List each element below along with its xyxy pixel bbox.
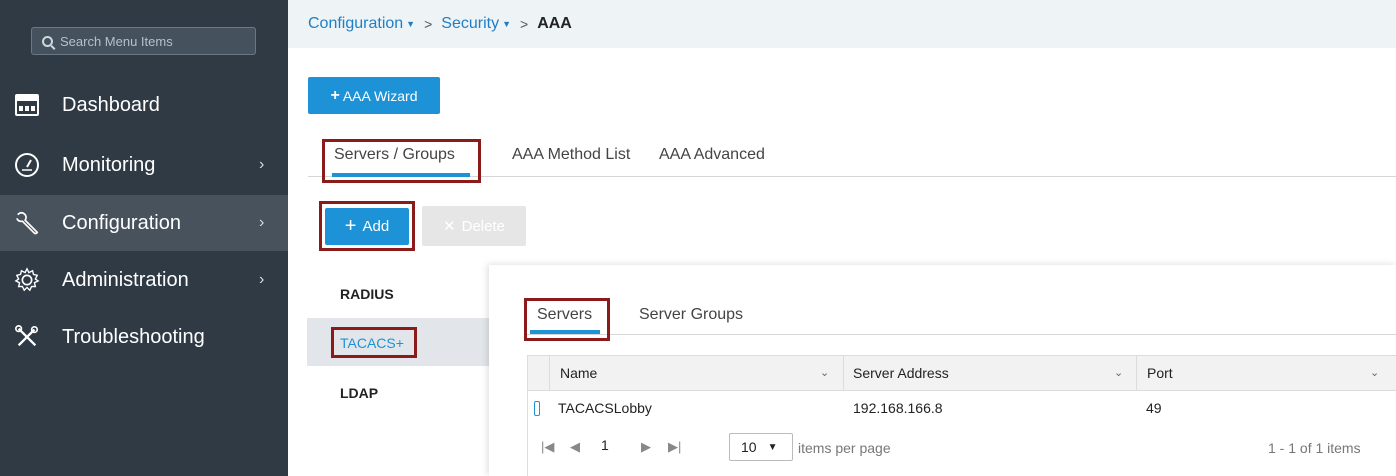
breadcrumb-security[interactable]: Security [441, 15, 499, 33]
previous-page-icon[interactable]: ◀ [570, 439, 580, 455]
sidebar: Search Menu Items Dashboard Monitoring ›… [0, 0, 288, 476]
sidebar-item-label: Configuration [62, 211, 181, 234]
protocol-radius[interactable]: RADIUS [340, 286, 394, 302]
tab-server-groups[interactable]: Server Groups [639, 306, 743, 324]
annotation-highlight-box [331, 327, 417, 358]
items-count: 1 - 1 of 1 items [1268, 440, 1361, 456]
search-menu-input[interactable]: Search Menu Items [31, 27, 256, 55]
chevron-down-icon[interactable]: ⌄ [1370, 366, 1379, 379]
sidebar-item-configuration[interactable]: Configuration › [0, 195, 288, 251]
annotation-highlight-box [319, 201, 415, 251]
search-placeholder: Search Menu Items [60, 33, 173, 49]
sidebar-item-label: Troubleshooting [62, 325, 205, 348]
gauge-icon [14, 152, 40, 178]
breadcrumb-separator: > [520, 16, 529, 32]
items-per-page-select[interactable]: 10 ▼ [729, 433, 793, 461]
cell-server-address: 192.168.166.8 [853, 400, 943, 416]
aaa-wizard-label: AAA Wizard [342, 87, 418, 104]
plus-icon: + [330, 86, 340, 104]
chevron-right-icon: › [259, 271, 265, 288]
close-icon: ✕ [443, 218, 456, 235]
sidebar-item-label: Dashboard [62, 93, 160, 116]
sidebar-item-label: Administration [62, 268, 189, 291]
tab-aaa-advanced[interactable]: AAA Advanced [659, 146, 765, 164]
chevron-right-icon: › [259, 156, 265, 173]
last-page-icon[interactable]: ▶| [668, 439, 681, 455]
sidebar-item-administration[interactable]: Administration › [0, 252, 288, 308]
wrench-icon [14, 210, 40, 236]
cell-port: 49 [1146, 400, 1162, 416]
column-header-name[interactable]: Name [560, 365, 597, 381]
search-icon [42, 35, 53, 47]
current-page[interactable]: 1 [601, 437, 609, 453]
breadcrumb: Configuration ▼ > Security ▼ > AAA [288, 0, 1396, 48]
chevron-right-icon: › [259, 214, 265, 231]
column-divider [843, 356, 844, 391]
caret-down-icon[interactable]: ▼ [502, 19, 511, 29]
column-header-port[interactable]: Port [1147, 365, 1173, 381]
first-page-icon[interactable]: |◀ [541, 439, 554, 455]
sidebar-item-dashboard[interactable]: Dashboard [0, 77, 288, 133]
server-tabs-divider [527, 334, 1396, 335]
column-divider [549, 356, 550, 391]
chevron-down-icon[interactable]: ⌄ [820, 366, 829, 379]
caret-down-icon[interactable]: ▼ [406, 19, 415, 29]
column-header-server-address[interactable]: Server Address [853, 365, 949, 381]
items-per-page-label: items per page [798, 440, 891, 456]
tools-icon [14, 324, 40, 350]
table-header [528, 356, 1396, 391]
breadcrumb-configuration[interactable]: Configuration [308, 15, 403, 33]
aaa-wizard-button[interactable]: + AAA Wizard [308, 77, 440, 114]
breadcrumb-current: AAA [537, 15, 572, 32]
delete-button[interactable]: ✕ Delete [422, 206, 526, 246]
row-checkbox[interactable] [534, 401, 540, 416]
delete-button-label: Delete [461, 217, 505, 235]
sidebar-item-troubleshooting[interactable]: Troubleshooting [0, 309, 288, 365]
annotation-highlight-box [524, 298, 610, 341]
column-divider [1136, 356, 1137, 391]
breadcrumb-separator: > [424, 16, 433, 32]
tab-aaa-method-list[interactable]: AAA Method List [512, 146, 630, 164]
gear-icon [14, 267, 40, 293]
next-page-icon[interactable]: ▶ [641, 439, 651, 455]
caret-down-icon: ▼ [767, 441, 778, 453]
chevron-down-icon[interactable]: ⌄ [1114, 366, 1123, 379]
sidebar-item-label: Monitoring [62, 153, 156, 176]
sidebar-item-monitoring[interactable]: Monitoring › [0, 137, 288, 193]
cell-name[interactable]: TACACSLobby [558, 400, 652, 416]
dashboard-icon [14, 92, 40, 118]
annotation-highlight-box [322, 139, 481, 183]
protocol-ldap[interactable]: LDAP [340, 385, 378, 401]
items-per-page-value: 10 [741, 439, 757, 455]
